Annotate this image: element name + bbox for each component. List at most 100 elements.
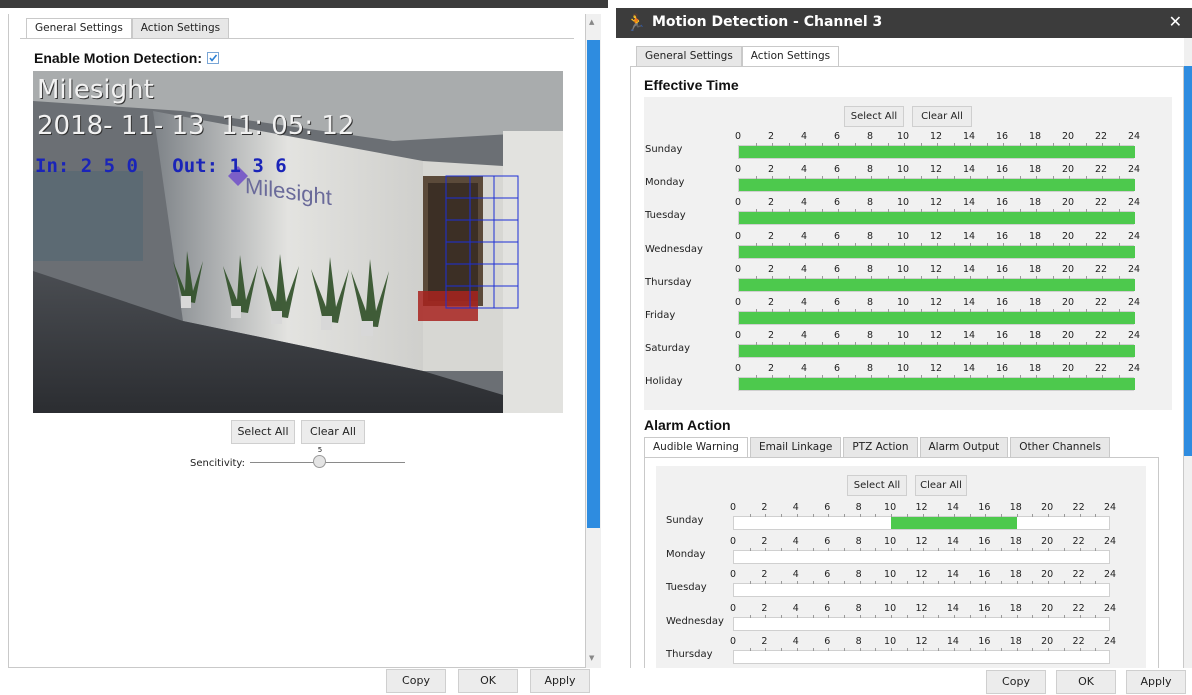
active-time-range[interactable]: [739, 378, 1135, 391]
hour-tick-label: 10: [896, 197, 910, 209]
hour-tick-label: 22: [1072, 602, 1085, 614]
ok-button[interactable]: OK: [458, 669, 518, 693]
alarm-tab-ptz-action[interactable]: PTZ Action: [843, 437, 918, 457]
hour-tick-label: 4: [792, 636, 799, 647]
effective-select-all-button[interactable]: Select All: [844, 106, 904, 127]
right-apply-button[interactable]: Apply: [1126, 670, 1186, 694]
hour-tick-label: 16: [995, 263, 1009, 275]
alarm-select-all-button[interactable]: Select All: [847, 475, 907, 496]
tab-general-settings[interactable]: General Settings: [636, 46, 742, 66]
day-schedule-bar[interactable]: [738, 275, 1135, 292]
active-time-range[interactable]: [891, 517, 1017, 529]
hour-tick-label: 12: [915, 535, 928, 547]
hour-tick-label: 10: [896, 297, 910, 308]
tab-action-settings[interactable]: Action Settings: [741, 46, 840, 66]
hour-scale: 0 2 4 6 8 10 12 14 16 18 20 22 24: [644, 131, 1172, 143]
active-time-range[interactable]: [739, 212, 1135, 225]
hour-tickmark: [1048, 581, 1050, 584]
enable-motion-checkbox[interactable]: [207, 52, 219, 64]
hour-tickmark: [1001, 547, 1003, 551]
day-schedule-bar[interactable]: [738, 209, 1135, 226]
active-time-range[interactable]: [739, 312, 1135, 324]
hour-tick-label: 14: [962, 197, 976, 209]
hour-tick-label: 10: [884, 636, 897, 647]
video-preview[interactable]: Milesight 2018- 11- 13 11: 05: 12 In: 2 …: [33, 71, 563, 413]
right-ok-button[interactable]: OK: [1056, 670, 1116, 694]
motion-icon: 🏃: [626, 13, 646, 32]
hour-tick-label: 22: [1094, 363, 1108, 375]
hour-tickmark: [843, 547, 845, 551]
close-icon[interactable]: ✕: [1169, 12, 1182, 31]
select-all-button[interactable]: Select All: [231, 420, 295, 444]
day-schedule-bar[interactable]: [733, 581, 1110, 597]
hour-tickmark: [781, 614, 783, 618]
day-schedule-bar[interactable]: [738, 143, 1135, 159]
sensitivity-slider-track[interactable]: [250, 462, 405, 463]
hour-tickmark: [1063, 614, 1065, 618]
hour-tickmark: [1063, 547, 1065, 551]
hour-tick-label: 22: [1094, 230, 1108, 242]
alarm-clear-all-button[interactable]: Clear All: [915, 475, 967, 496]
hour-tickmark: [812, 547, 814, 551]
hour-tick-label: 22: [1094, 297, 1108, 308]
hour-tick-label: 12: [915, 569, 928, 580]
right-scroll-thumb[interactable]: [1184, 66, 1192, 456]
day-schedule-bar[interactable]: [733, 514, 1110, 530]
hour-tickmark: [922, 581, 924, 584]
day-label: Friday: [645, 310, 676, 321]
day-schedule-bar[interactable]: [738, 242, 1135, 259]
hour-tickmark: [859, 514, 861, 517]
day-schedule-bar[interactable]: [738, 342, 1135, 359]
hour-tick-label: 4: [800, 197, 808, 209]
active-time-range[interactable]: [739, 179, 1135, 192]
hour-tick-label: 16: [995, 164, 1009, 176]
active-time-range[interactable]: [739, 245, 1135, 258]
alarm-tab-email-linkage[interactable]: Email Linkage: [749, 437, 842, 457]
tab-general-settings[interactable]: General Settings: [26, 18, 132, 38]
apply-button[interactable]: Apply: [530, 669, 590, 693]
left-scroll-thumb[interactable]: [587, 40, 600, 528]
day-schedule-bar[interactable]: [733, 648, 1110, 664]
right-scrollbar[interactable]: [1184, 38, 1192, 668]
hour-tickmark: [1048, 547, 1050, 551]
right-copy-button[interactable]: Copy: [986, 670, 1046, 694]
hour-tickmark: [891, 648, 893, 651]
left-scrollbar[interactable]: ▲ ▼: [586, 14, 601, 668]
hour-tick-label: 2: [767, 263, 775, 275]
active-time-range[interactable]: [739, 278, 1135, 291]
hour-tickmark: [875, 581, 877, 584]
hour-tick-label: 0: [729, 535, 737, 547]
hour-tick-label: 18: [1028, 230, 1042, 242]
copy-button[interactable]: Copy: [386, 669, 446, 693]
day-schedule-bar[interactable]: [738, 309, 1135, 325]
hour-tick-label: 22: [1094, 263, 1108, 275]
hour-tick-label: 20: [1061, 297, 1075, 308]
hour-tick-label: 24: [1103, 636, 1117, 647]
active-time-range[interactable]: [739, 345, 1135, 358]
scroll-up-icon[interactable]: ▲: [589, 18, 594, 26]
clear-all-button[interactable]: Clear All: [301, 420, 365, 444]
day-schedule-bar[interactable]: [733, 614, 1110, 631]
tab-action-settings[interactable]: Action Settings: [131, 18, 230, 38]
active-time-range[interactable]: [739, 146, 1135, 158]
hour-tick-label: 24: [1127, 297, 1141, 308]
alarm-tab-audible-warning[interactable]: Audible Warning: [644, 437, 748, 457]
hour-tick-label: 4: [792, 535, 799, 547]
scroll-down-icon[interactable]: ▼: [589, 654, 594, 662]
hour-tick-label: 22: [1094, 330, 1108, 342]
hour-tick-label: 10: [896, 131, 910, 142]
effective-clear-all-button[interactable]: Clear All: [912, 106, 972, 127]
alarm-tab-alarm-output[interactable]: Alarm Output: [919, 437, 1009, 457]
alarm-tab-other-channels[interactable]: Other Channels: [1010, 437, 1110, 457]
hour-tickmark: [781, 547, 783, 551]
sensitivity-slider-thumb[interactable]: [312, 455, 326, 468]
hour-tick-label: 14: [962, 263, 976, 275]
hour-tick-label: 4: [792, 569, 799, 580]
day-schedule-bar[interactable]: [738, 176, 1135, 193]
hour-tickmark: [1063, 581, 1065, 584]
hour-tick-label: 12: [915, 602, 928, 614]
hour-tick-label: 2: [767, 197, 775, 209]
day-schedule-bar[interactable]: [738, 375, 1135, 392]
day-label: Holiday: [645, 376, 683, 388]
day-schedule-bar[interactable]: [733, 547, 1110, 564]
